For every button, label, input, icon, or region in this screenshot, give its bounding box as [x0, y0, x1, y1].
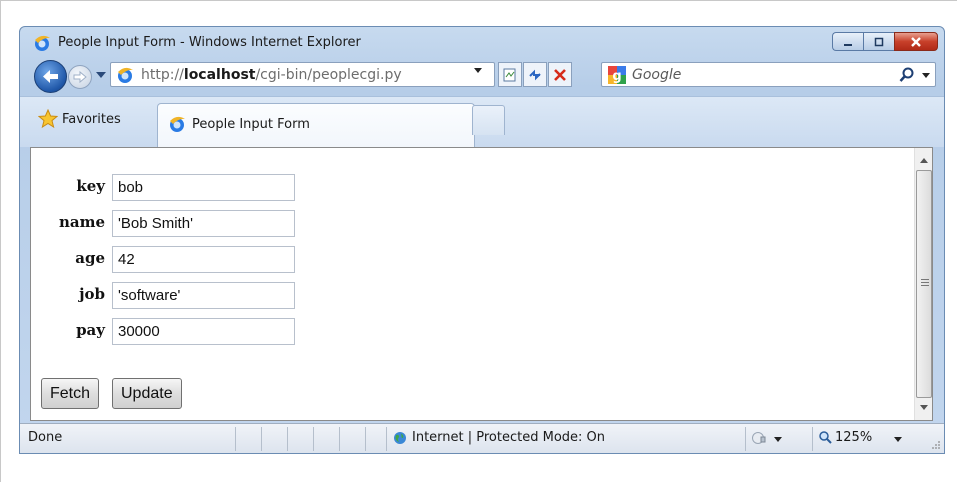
minimize-icon — [844, 43, 852, 46]
globe-icon — [394, 432, 406, 444]
field-label: age — [75, 249, 105, 267]
status-separator — [287, 427, 288, 451]
stop-button[interactable] — [548, 62, 572, 87]
window-controls — [832, 32, 938, 51]
vertical-scrollbar[interactable] — [914, 148, 932, 420]
status-separator — [386, 427, 387, 451]
refresh-button[interactable] — [523, 62, 547, 87]
page-left-border — [0, 0, 1, 482]
update-button[interactable]: Update — [112, 378, 182, 409]
forward-button[interactable] — [68, 65, 92, 89]
tab-label: People Input Form — [192, 117, 310, 132]
address-field[interactable]: http://localhost/cgi-bin/peoplecgi.py — [110, 62, 495, 87]
close-icon — [911, 36, 921, 47]
grip-icon — [921, 279, 929, 288]
compatibility-view-icon — [503, 68, 516, 81]
zoom-icon — [819, 431, 832, 444]
scroll-down-arrow-icon[interactable] — [920, 405, 928, 410]
back-arrow-icon — [43, 70, 58, 83]
field-label: job — [79, 285, 105, 303]
recent-pages-dropdown[interactable] — [96, 72, 106, 78]
field-label: pay — [76, 321, 105, 339]
ie-logo-icon — [35, 35, 50, 51]
search-icon[interactable] — [899, 67, 915, 83]
field-label: key — [76, 177, 105, 195]
forward-arrow-icon — [73, 70, 87, 84]
status-separator — [745, 427, 746, 451]
tab-people-input-form[interactable]: People Input Form — [157, 103, 475, 148]
maximize-button[interactable] — [863, 32, 894, 51]
protected-mode-icon[interactable] — [751, 430, 769, 446]
status-bar: Done Internet | Protected Mode: On 125% — [20, 423, 944, 453]
job-input[interactable] — [112, 282, 295, 309]
protected-mode-dropdown[interactable] — [774, 437, 782, 442]
refresh-icon — [529, 69, 541, 80]
tab-ie-icon — [170, 116, 185, 132]
star-icon — [38, 109, 58, 129]
address-url: http://localhost/cgi-bin/peoplecgi.py — [141, 67, 402, 83]
fetch-button[interactable]: Fetch — [41, 378, 100, 409]
close-button[interactable] — [894, 32, 938, 51]
pay-input[interactable] — [112, 318, 295, 345]
search-placeholder: Google — [632, 67, 682, 83]
zoom-dropdown[interactable] — [894, 437, 902, 442]
browser-window: People Input Form - Windows Internet Exp… — [19, 26, 945, 454]
resize-grip-icon[interactable] — [931, 440, 941, 450]
maximize-icon — [874, 37, 884, 46]
navigation-bar: http://localhost/cgi-bin/peoplecgi.py g … — [20, 56, 944, 93]
favorites-bar: Favorites People Input Form — [20, 96, 944, 148]
key-input[interactable] — [112, 174, 295, 201]
status-separator — [812, 427, 813, 451]
google-logo-icon: g — [608, 66, 626, 84]
name-input[interactable] — [112, 210, 295, 237]
search-field[interactable]: g Google — [601, 62, 936, 87]
status-text: Done — [28, 430, 63, 445]
window-title: People Input Form - Windows Internet Exp… — [58, 35, 361, 50]
compatibility-view-button[interactable] — [498, 62, 522, 87]
favorites-label: Favorites — [62, 111, 121, 127]
page-top-border — [0, 0, 957, 1]
field-label: name — [58, 213, 105, 231]
page-ie-icon — [118, 67, 133, 83]
zoom-level[interactable]: 125% — [835, 430, 872, 445]
age-input[interactable] — [112, 246, 295, 273]
new-tab-button[interactable] — [472, 105, 505, 135]
scroll-up-arrow-icon[interactable] — [920, 158, 928, 163]
status-separator — [235, 427, 236, 451]
title-bar: People Input Form - Windows Internet Exp… — [20, 27, 944, 55]
search-options-dropdown[interactable] — [922, 73, 930, 78]
status-separator — [339, 427, 340, 451]
favorites-button[interactable]: Favorites — [38, 109, 121, 129]
status-separator — [365, 427, 366, 451]
status-separator — [313, 427, 314, 451]
security-zone-text[interactable]: Internet | Protected Mode: On — [412, 430, 605, 445]
back-button[interactable] — [34, 60, 67, 93]
svg-text:g: g — [612, 69, 621, 84]
minimize-button[interactable] — [832, 32, 863, 51]
scroll-thumb[interactable] — [916, 170, 932, 398]
stop-icon — [554, 68, 566, 81]
status-separator — [261, 427, 262, 451]
page-content: key name age job pay Fetch Update — [30, 147, 933, 421]
address-dropdown[interactable] — [474, 68, 482, 73]
